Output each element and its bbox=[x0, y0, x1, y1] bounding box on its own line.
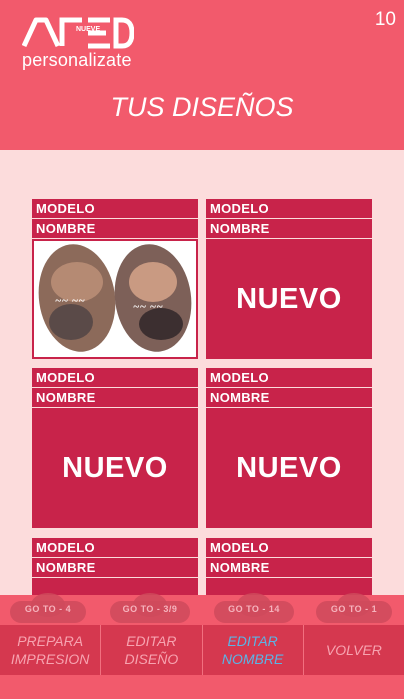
goto-tooltip: GO TO - 14 bbox=[214, 593, 294, 623]
goto-label: GO TO - 1 bbox=[330, 604, 378, 614]
designs-grid: MODELO NOMBRE ~~ ~~ ~~ ~~ MODELO NOMBRE … bbox=[0, 150, 404, 595]
design-card[interactable]: MODELO NOMBRE bbox=[32, 538, 198, 595]
card-modelo-label: MODELO bbox=[206, 199, 372, 218]
card-nombre-label: NOMBRE bbox=[206, 219, 372, 238]
design-counter: 10 bbox=[374, 9, 396, 30]
design-card[interactable]: MODELO NOMBRE NUEVO bbox=[32, 368, 198, 528]
card-nombre-label: NOMBRE bbox=[32, 388, 198, 407]
card-nombre-label: NOMBRE bbox=[32, 219, 198, 238]
svg-text:~~ ~~: ~~ ~~ bbox=[133, 301, 164, 313]
bottom-nav: PREPARA IMPRESION EDITAR DISEÑO EDITAR N… bbox=[0, 625, 404, 675]
design-card[interactable]: MODELO NOMBRE NUEVO bbox=[206, 199, 372, 359]
card-nombre-label: NOMBRE bbox=[206, 558, 372, 577]
new-design-button[interactable]: NUEVO bbox=[32, 408, 198, 528]
edit-name-button[interactable]: EDITAR NOMBRE bbox=[203, 625, 304, 675]
design-card[interactable]: MODELO NOMBRE bbox=[206, 538, 372, 595]
design-thumbnail[interactable]: ~~ ~~ ~~ ~~ bbox=[32, 239, 198, 359]
card-modelo-label: MODELO bbox=[32, 199, 198, 218]
edit-design-button[interactable]: EDITAR DISEÑO bbox=[101, 625, 203, 675]
svg-text:~~ ~~: ~~ ~~ bbox=[55, 295, 86, 307]
goto-tooltip: GO TO - 3/9 bbox=[110, 593, 190, 623]
app-header: NUEVE personalizate 10 TUS DISEÑOS bbox=[0, 0, 404, 150]
photo-collage-image: ~~ ~~ ~~ ~~ bbox=[38, 244, 192, 352]
logo-tagline: personalizate bbox=[22, 50, 132, 70]
goto-label: GO TO - 4 bbox=[24, 604, 72, 614]
card-nombre-label: NOMBRE bbox=[206, 388, 372, 407]
card-modelo-label: MODELO bbox=[206, 538, 372, 557]
logo-word: NUEVE bbox=[76, 26, 101, 33]
card-modelo-label: MODELO bbox=[32, 368, 198, 387]
prepare-print-button[interactable]: PREPARA IMPRESION bbox=[0, 625, 102, 675]
goto-tooltip: GO TO - 1 bbox=[316, 593, 392, 623]
card-modelo-label: MODELO bbox=[206, 368, 372, 387]
goto-tooltip: GO TO - 4 bbox=[10, 593, 86, 623]
page-title: TUS DISEÑOS bbox=[110, 92, 294, 122]
design-card[interactable]: MODELO NOMBRE NUEVO bbox=[206, 368, 372, 528]
design-card[interactable]: MODELO NOMBRE ~~ ~~ ~~ ~~ bbox=[32, 199, 198, 359]
back-button[interactable]: VOLVER bbox=[304, 625, 404, 675]
goto-label: GO TO - 14 bbox=[228, 604, 280, 614]
new-design-button[interactable]: NUEVO bbox=[206, 408, 372, 528]
card-modelo-label: MODELO bbox=[32, 538, 198, 557]
card-nombre-label: NOMBRE bbox=[32, 558, 198, 577]
new-design-button[interactable]: NUEVO bbox=[206, 239, 372, 359]
goto-label: GO TO - 3/9 bbox=[122, 604, 178, 614]
